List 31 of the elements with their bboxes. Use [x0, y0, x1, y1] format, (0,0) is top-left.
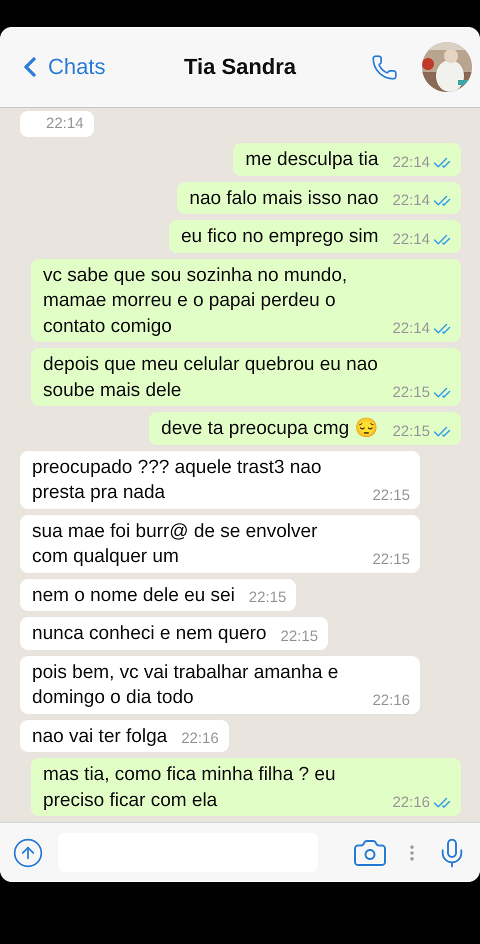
- message-text: vc sabe que sou sozinha no mundo, mamae morreu e o papai perdeu o contato comigo: [43, 264, 348, 338]
- message-time: 22:14: [392, 192, 430, 210]
- message-time: 22:14: [392, 320, 430, 338]
- message-time: 22:15: [248, 589, 286, 607]
- message-time: 22:15: [372, 486, 410, 504]
- message-time: 22:16: [392, 794, 430, 812]
- message-time: 22:15: [392, 384, 430, 402]
- message-time: 22:14: [46, 115, 84, 133]
- message-time: 22:15: [280, 628, 318, 646]
- message-text: eu fico no emprego sim: [180, 225, 378, 249]
- message-text: preocupado ??? aquele trast3 nao presta pra nada: [32, 456, 322, 505]
- phone-icon[interactable]: [371, 54, 398, 80]
- message-text: mas tia, como fica minha filha ? eu preciso ficar com ela: [43, 763, 337, 812]
- message-time: 22:15: [372, 550, 410, 568]
- chat-title: Tia Sandra: [184, 54, 296, 80]
- message-text: nao falo mais isso nao: [189, 186, 378, 210]
- message-time: 22:15: [392, 422, 430, 440]
- attach-icon[interactable]: [12, 836, 44, 868]
- message-text: depois que meu celular quebrou eu nao soube mais dele: [43, 353, 378, 402]
- message-time: 22:16: [372, 692, 410, 710]
- message-text: nao vai ter folga: [32, 724, 168, 748]
- message-text: nem o nome dele eu sei: [32, 584, 235, 608]
- message-time: 22:14: [392, 230, 430, 248]
- message-time: 22:14: [392, 154, 430, 172]
- back-button[interactable]: Chats: [14, 51, 106, 83]
- message-text: nunca conheci e nem quero: [32, 622, 266, 646]
- message-text: me desculpa tia: [245, 148, 378, 172]
- message-text: deve ta preocupa cmg 😔: [161, 416, 378, 441]
- message-time: 22:16: [181, 730, 219, 748]
- message-text: sua mae foi burr@ de se envolver com qualquer um: [32, 520, 318, 569]
- message-text: pois bem, vc vai trabalhar amanha e domingo o dia todo: [32, 660, 340, 710]
